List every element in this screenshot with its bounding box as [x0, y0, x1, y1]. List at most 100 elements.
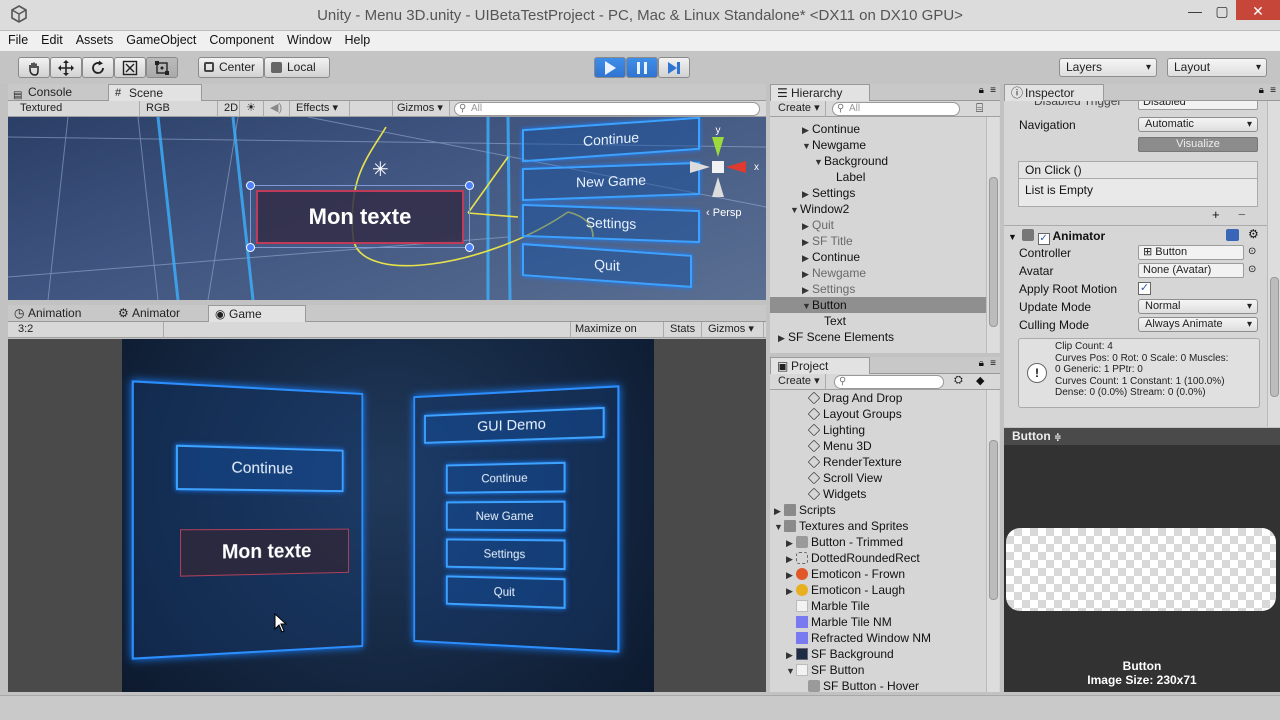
scene-orientation-gizmo[interactable]: y x [678, 123, 762, 207]
expand-arrow-icon[interactable]: ▶ [802, 234, 812, 250]
project-item[interactable]: RenderTexture [770, 454, 986, 470]
add-event-button[interactable]: + [1212, 207, 1220, 222]
tab-animator[interactable]: ⚙ Animator [112, 305, 208, 322]
expand-arrow-icon[interactable]: ▶ [802, 218, 812, 234]
inspector-scroll-thumb[interactable] [1270, 277, 1279, 397]
project-item[interactable]: ▼ Textures and Sprites [770, 518, 986, 534]
expand-arrow-icon[interactable]: ▶ [786, 551, 796, 567]
help-book-icon[interactable] [1226, 229, 1239, 241]
navigation-dropdown[interactable]: Automatic [1138, 117, 1258, 132]
hierarchy-item[interactable]: ▶ Settings [770, 281, 986, 297]
project-item[interactable]: ▶ Scripts [770, 502, 986, 518]
rect-handle-bl[interactable] [246, 243, 255, 252]
menu-window[interactable]: Window [282, 31, 336, 50]
expand-arrow-icon[interactable]: ▶ [802, 266, 812, 282]
game-selected-text[interactable]: Mon texte [180, 528, 349, 577]
effects-dropdown[interactable]: Effects ▾ [292, 101, 350, 117]
project-item[interactable]: Refracted Window NM [770, 630, 986, 646]
2d-toggle[interactable]: 2D [220, 101, 240, 117]
project-item[interactable]: Layout Groups [770, 406, 986, 422]
project-item[interactable]: Drag And Drop [770, 390, 986, 406]
hierarchy-item[interactable]: ▶ Continue [770, 249, 986, 265]
rect-handle-tl[interactable] [246, 181, 255, 190]
close-button[interactable]: ✕ [1236, 0, 1280, 20]
project-item[interactable]: Marble Tile [770, 598, 986, 614]
game-menu-settings[interactable]: Settings [445, 538, 566, 571]
game-menu-continue[interactable]: Continue [445, 461, 566, 494]
menu-gameobject[interactable]: GameObject [121, 31, 201, 50]
menu-assets[interactable]: Assets [71, 31, 119, 50]
tab-animation[interactable]: ◷ Animation [8, 305, 110, 322]
scale-tool-button[interactable] [114, 57, 146, 78]
rect-transform-gizmo[interactable]: Mon texte [246, 181, 474, 252]
tab-game[interactable]: ◉ Game [208, 305, 306, 322]
project-item[interactable]: Marble Tile NM [770, 614, 986, 630]
rotate-tool-button[interactable] [82, 57, 114, 78]
audio-toggle[interactable]: ◀) [266, 101, 290, 117]
tab-project[interactable]: ▣ Project [770, 357, 870, 374]
scene-view[interactable]: Mon texte ✳ Continue New Game Settings Q… [8, 117, 766, 300]
maximize-button[interactable]: ▢ [1208, 0, 1236, 22]
layout-dropdown[interactable]: Layout [1167, 58, 1267, 77]
panel-menu-icon[interactable]: ≡ [990, 85, 996, 96]
color-mode-dropdown[interactable]: RGB [142, 101, 218, 117]
project-search-input[interactable]: ⚲ [834, 375, 944, 389]
minimize-button[interactable]: — [1182, 0, 1208, 22]
project-item[interactable]: Scroll View [770, 470, 986, 486]
inspector-scrollbar[interactable] [1267, 101, 1280, 427]
tab-inspector[interactable]: ⓘ Inspector [1004, 84, 1104, 101]
hierarchy-scrollbar[interactable] [986, 117, 999, 353]
tab-hierarchy[interactable]: ☰ Hierarchy [770, 84, 870, 101]
pause-button[interactable] [626, 57, 658, 78]
component-settings-icon[interactable]: ⚙ [1248, 227, 1259, 241]
aspect-dropdown[interactable]: 3:2 [14, 322, 164, 338]
expand-arrow-icon[interactable]: ▼ [802, 298, 812, 314]
tab-scene[interactable]: # Scene [108, 84, 202, 101]
project-item[interactable]: Menu 3D [770, 438, 986, 454]
hierarchy-item[interactable]: Text [770, 313, 986, 329]
project-scrollbar[interactable] [986, 390, 999, 692]
expand-arrow-icon[interactable]: ▶ [786, 567, 796, 583]
project-item[interactable]: Widgets [770, 486, 986, 502]
filter-label-icon[interactable]: ◆ [976, 374, 984, 387]
hierarchy-item[interactable]: ▼Button [770, 297, 986, 313]
pivot-anchor-icon[interactable]: ✳ [372, 157, 389, 182]
expand-arrow-icon[interactable]: ▶ [786, 535, 796, 551]
game-gizmos-dropdown[interactable]: Gizmos ▾ [704, 322, 764, 338]
pivot-center-toggle[interactable]: Center [198, 57, 264, 78]
menu-file[interactable]: File [3, 31, 33, 50]
tab-console[interactable]: ▤ Console [8, 84, 106, 101]
remove-event-button[interactable]: − [1238, 207, 1246, 222]
object-picker-icon[interactable]: ⊙ [1248, 246, 1256, 257]
menu-help[interactable]: Help [339, 31, 375, 50]
play-button[interactable] [594, 57, 626, 78]
rect-tool-button[interactable] [146, 57, 178, 78]
hierarchy-item[interactable]: ▶ Continue [770, 121, 986, 137]
menu-component[interactable]: Component [204, 31, 279, 50]
game-button-continue[interactable]: Continue [175, 444, 344, 493]
avatar-field[interactable]: None (Avatar) [1138, 263, 1244, 278]
scene-gizmos-dropdown[interactable]: Gizmos ▾ [392, 101, 450, 117]
game-menu-quit[interactable]: Quit [445, 575, 566, 609]
expand-arrow-icon[interactable]: ▼ [774, 519, 784, 535]
hierarchy-search-input[interactable]: ⚲ All [832, 102, 960, 116]
expand-arrow-icon[interactable]: ▶ [786, 583, 796, 599]
layers-dropdown[interactable]: Layers [1059, 58, 1157, 77]
project-item[interactable]: SF Button - Hover [770, 678, 986, 692]
visualize-button[interactable]: Visualize [1138, 137, 1258, 152]
rect-handle-tr[interactable] [465, 181, 474, 190]
project-item[interactable]: ▶ Emoticon - Frown [770, 566, 986, 582]
expand-arrow-icon[interactable]: ▼ [814, 154, 824, 170]
project-item[interactable]: Lighting [770, 422, 986, 438]
hierarchy-filter-icon[interactable]: ⌸ [976, 101, 983, 116]
lighting-toggle[interactable]: ☀ [242, 101, 264, 117]
panel-menu-icon[interactable]: ≡ [1270, 85, 1276, 96]
expand-arrow-icon[interactable]: ▼ [786, 663, 796, 679]
expand-arrow-icon[interactable]: ▶ [774, 503, 784, 519]
expand-arrow-icon[interactable]: ▶ [802, 250, 812, 266]
hierarchy-item[interactable]: ▼Newgame [770, 137, 986, 153]
filter-type-icon[interactable]: ⛭ [954, 374, 963, 387]
animator-header[interactable]: ▼ ✓ Animator [1008, 228, 1105, 245]
hierarchy-item[interactable]: ▶ SF Scene Elements [770, 329, 986, 345]
project-item[interactable]: ▼ SF Button [770, 662, 986, 678]
